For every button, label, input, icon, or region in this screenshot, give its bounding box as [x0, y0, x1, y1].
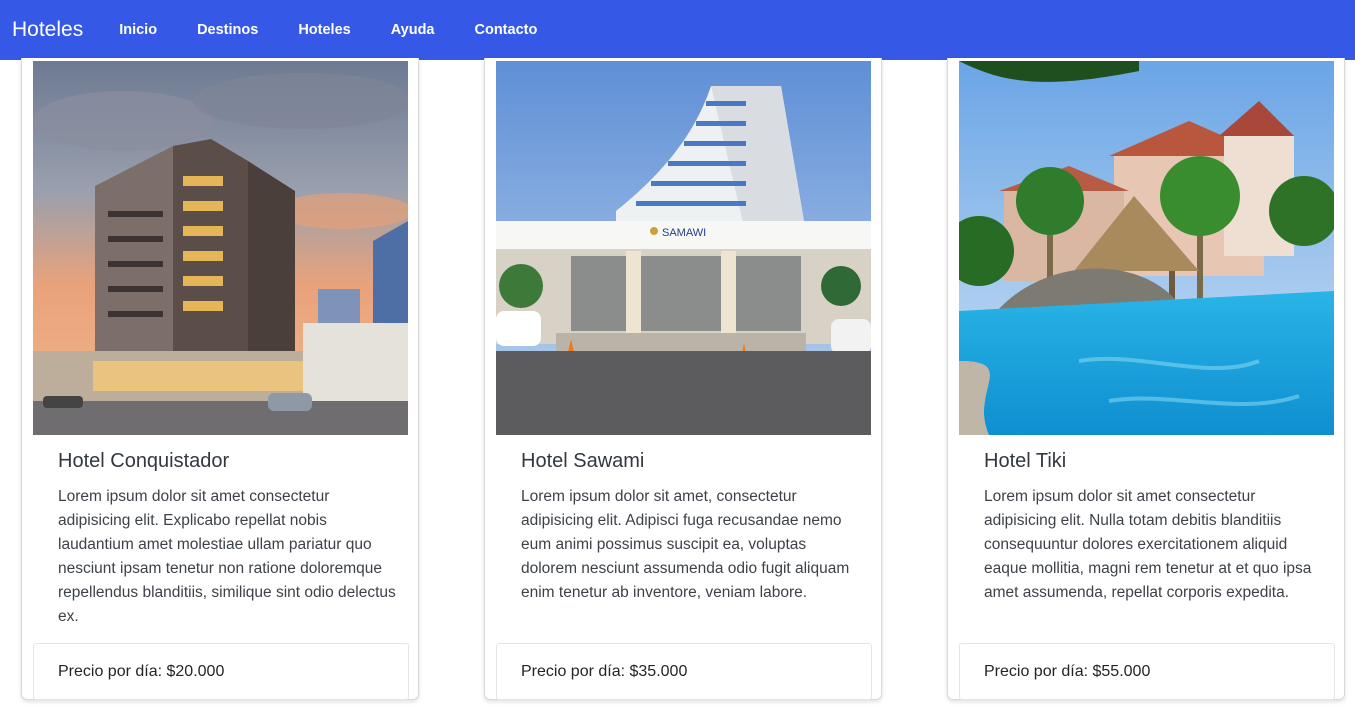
nav-link-contacto[interactable]: Contacto	[455, 22, 558, 38]
hotel-building-sunset-photo	[33, 61, 408, 435]
hotel-card-conquistador: Hotel Conquistador Lorem ipsum dolor sit…	[21, 58, 419, 700]
hotel-tower-photo: SAMAWI	[496, 61, 871, 435]
nav-link-ayuda[interactable]: Ayuda	[371, 22, 455, 38]
hotel-title: Hotel Sawami	[521, 450, 645, 472]
samawi-sign-text: SAMAWI	[662, 227, 706, 239]
hotel-sawami-image: SAMAWI	[496, 61, 871, 435]
brand-link[interactable]: Hoteles	[12, 18, 83, 42]
hotel-tiki-image	[959, 61, 1334, 435]
hotel-price-footer: Precio por día: $35.000	[496, 643, 872, 700]
hotel-conquistador-image	[33, 61, 408, 435]
hotel-card-sawami: SAMAWI Hotel Sawami Lorem ipsum dolor si…	[484, 58, 882, 700]
hotel-description: Lorem ipsum dolor sit amet consectetur a…	[58, 488, 396, 625]
hotel-price-footer: Precio por día: $55.000	[959, 643, 1335, 700]
nav-links: Inicio Destinos Hoteles Ayuda Contacto	[99, 22, 557, 38]
hotel-description: Lorem ipsum dolor sit amet consectetur a…	[984, 488, 1312, 601]
nav-link-destinos[interactable]: Destinos	[177, 22, 278, 38]
top-navbar: Hoteles Inicio Destinos Hoteles Ayuda Co…	[0, 0, 1355, 60]
hotel-title: Hotel Conquistador	[58, 450, 230, 472]
nav-link-inicio[interactable]: Inicio	[99, 22, 177, 38]
hotel-price-footer: Precio por día: $20.000	[33, 643, 409, 700]
hotel-card-tiki: Hotel Tiki Lorem ipsum dolor sit amet co…	[947, 58, 1345, 700]
nav-link-hoteles[interactable]: Hoteles	[278, 22, 370, 38]
resort-pool-photo	[959, 61, 1334, 435]
hotel-description: Lorem ipsum dolor sit amet, consectetur …	[521, 488, 850, 601]
hotel-title: Hotel Tiki	[984, 450, 1067, 472]
